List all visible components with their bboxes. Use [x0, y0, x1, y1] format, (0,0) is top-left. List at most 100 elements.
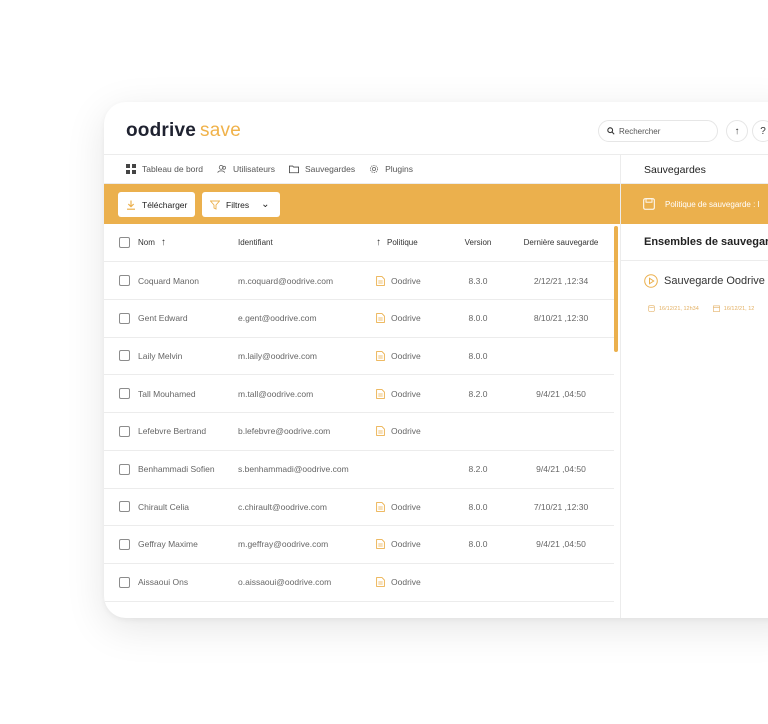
row-checkbox[interactable]: [119, 576, 130, 588]
row-identifier: s.benhammadi@oodrive.com: [238, 464, 349, 474]
row-version: 8.2.0: [468, 464, 488, 474]
row-select-cell: [104, 388, 138, 400]
table-row[interactable]: Chirault Celia c.chirault@oodrive.com Oodr…: [104, 488, 614, 527]
logo-brand: oodrive: [126, 120, 197, 141]
nav-label-plugins: Plugins: [385, 164, 413, 174]
policy-label: Politique de sauvegarde : I: [665, 199, 760, 209]
logo-product: save: [200, 120, 241, 141]
right-panel-title: Sauvegardes: [644, 164, 706, 176]
policy-doc-icon: [376, 501, 385, 512]
row-version: 8.0.0: [468, 501, 488, 512]
row-name: Lefebvre Bertrand: [138, 426, 207, 437]
column-header-identifier[interactable]: Identifiant: [238, 238, 376, 247]
backup-set-meta: 16/12/21, 12h34 16/12/21, 12: [648, 305, 754, 312]
row-checkbox[interactable]: [119, 463, 130, 475]
row-identifier: m.tall@oodrive.com: [238, 388, 314, 399]
nav-item-backups[interactable]: Sauvegardes: [289, 164, 355, 174]
nav-item-plugins[interactable]: Plugins: [369, 164, 413, 174]
nav-item-dashboard[interactable]: Tableau de bord: [126, 164, 203, 174]
row-checkbox[interactable]: [119, 350, 130, 362]
row-identifier: m.coquard@oodrive.com: [238, 275, 334, 286]
row-last-backup: 9/4/21 ,04:50: [536, 464, 586, 474]
policy-doc-icon: [376, 577, 385, 587]
row-checkbox[interactable]: [119, 312, 130, 324]
nav-label-backups: Sauvegardes: [305, 164, 356, 174]
table-row[interactable]: Geffray Maxime m.geffray@oodrive.com Oodri…: [104, 526, 614, 564]
column-policy-label: Politique: [387, 238, 418, 247]
dashboard-icon: [126, 164, 136, 174]
table-row[interactable]: Benhammadi Sofien s.benhammadi@oodrive.co…: [104, 451, 614, 489]
meta-text-2: 16/12/21, 12: [723, 305, 755, 312]
row-identifier: b.lefebvre@oodrive.com: [238, 426, 331, 437]
row-version: 8.0.0: [468, 313, 488, 324]
row-checkbox[interactable]: [119, 501, 130, 513]
row-name: Tall Mouhamed: [138, 388, 196, 399]
sets-divider: [621, 260, 768, 261]
save-icon: [643, 198, 655, 210]
database-icon: [648, 305, 655, 312]
filter-icon: [210, 200, 220, 210]
nav-item-users[interactable]: Utilisateurs: [217, 164, 275, 174]
app-logo[interactable]: oodrive save: [126, 120, 241, 142]
upload-button[interactable]: ↑: [726, 120, 748, 142]
row-policy: Oodrive: [376, 539, 448, 549]
play-icon: [644, 274, 658, 288]
row-checkbox[interactable]: [119, 425, 130, 437]
row-select-cell: [104, 312, 138, 324]
policy-doc-icon: [376, 351, 385, 361]
row-policy: Oodrive: [376, 313, 448, 323]
download-label: Télécharger: [142, 199, 188, 210]
row-select-cell: [104, 538, 138, 550]
row-policy: Oodrive: [376, 426, 448, 436]
column-header-name[interactable]: Nom ↑: [138, 237, 238, 248]
row-checkbox[interactable]: [119, 275, 130, 286]
search-placeholder: Rechercher: [619, 126, 661, 136]
row-name: Coquard Manon: [138, 275, 199, 286]
table-toolbar: Télécharger Filtres ⌄: [104, 184, 620, 224]
search-input[interactable]: Rechercher: [598, 120, 718, 142]
filters-button[interactable]: Filtres ⌄: [202, 192, 280, 217]
panel-divider: [620, 155, 621, 618]
upload-icon: ↑: [734, 125, 740, 137]
backup-sets-title: Ensembles de sauvegarde: [644, 236, 768, 248]
row-last-backup: 8/10/21 ,12:30: [533, 313, 589, 324]
policy-link[interactable]: Politique de sauvegarde : I: [643, 198, 760, 210]
page: oodrive save Rechercher ↑ ? Tableau de bo…: [0, 0, 768, 724]
select-all-cell: [104, 237, 138, 248]
row-checkbox[interactable]: [119, 538, 130, 550]
row-version: 8.0.0: [468, 350, 488, 361]
column-header-policy[interactable]: ↑ Politique: [376, 237, 448, 248]
policy-doc-icon: [376, 539, 385, 550]
download-icon: [127, 200, 135, 210]
select-all-checkbox[interactable]: [119, 237, 130, 248]
download-button[interactable]: Télécharger: [118, 192, 196, 217]
row-policy: Oodrive: [376, 276, 448, 286]
policy-bar: Politique de sauvegarde : I: [621, 184, 768, 224]
main-nav: Tableau de bord Utilisateurs Sauvegardes…: [126, 164, 413, 174]
table-header: Nom ↑ Identifiant ↑ Politique Version Der…: [104, 224, 614, 262]
policy-doc-icon: [376, 275, 385, 286]
table-row[interactable]: Coquard Manon m.coquard@oodrive.com Oodriv…: [104, 262, 614, 300]
row-policy-label: Oodrive: [391, 350, 421, 361]
meta-item-2: 16/12/21, 12: [712, 305, 755, 312]
table-row[interactable]: Laily Melvin m.laily@oodrive.com Oodrive 8.…: [104, 337, 614, 376]
filters-label: Filtres: [226, 199, 250, 210]
row-select-cell: [104, 350, 138, 362]
row-policy: Oodrive: [376, 351, 448, 361]
table-row[interactable]: Gent Edward e.gent@oodrive.com Oodrive 8.0.…: [104, 300, 614, 338]
backup-set-item[interactable]: Sauvegarde Oodrive: [644, 274, 765, 288]
column-header-version[interactable]: Version: [448, 238, 508, 247]
row-select-cell: [104, 463, 138, 475]
row-name: Geffray Maxime: [138, 539, 198, 550]
row-name: Benhammadi Sofien: [138, 464, 215, 474]
calendar-icon: [712, 305, 720, 312]
column-name-label: Nom: [138, 238, 155, 247]
table-row[interactable]: Lefebvre Bertrand b.lefebvre@oodrive.com O…: [104, 413, 614, 451]
scrollbar-thumb[interactable]: [614, 226, 618, 352]
row-checkbox[interactable]: [119, 388, 130, 400]
table-row[interactable]: Aissaoui Ons o.aissaoui@oodrive.com Oodriv…: [104, 564, 614, 602]
column-header-last-backup[interactable]: Dernière sauvegarde: [508, 238, 614, 247]
row-policy: Oodrive: [376, 502, 448, 512]
table-row[interactable]: Tall Mouhamed m.tall@oodrive.com Oodrive 8.…: [104, 375, 614, 414]
help-button[interactable]: ?: [752, 120, 768, 142]
